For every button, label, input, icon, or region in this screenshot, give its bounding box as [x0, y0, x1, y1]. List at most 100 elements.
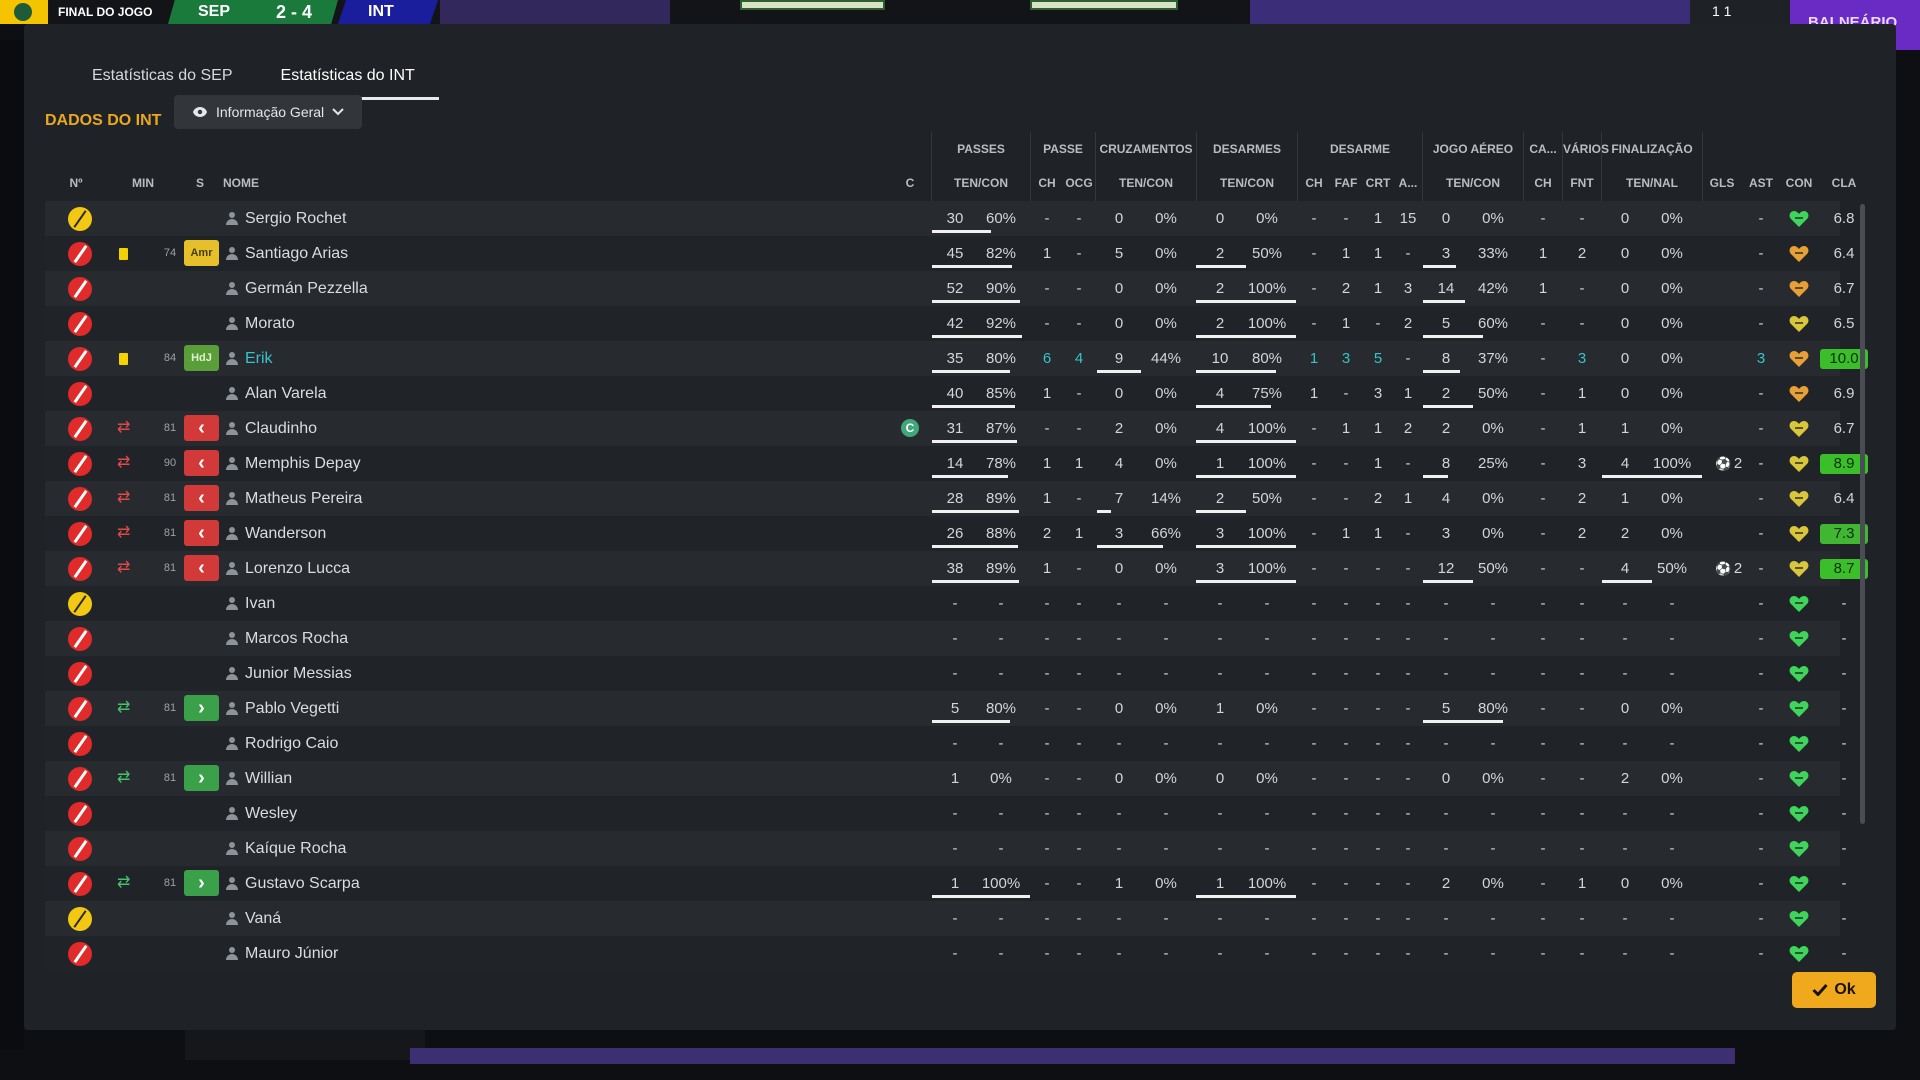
group-desarme: DESARME — [1329, 142, 1390, 156]
header-fnt[interactable]: FNT — [1563, 166, 1601, 200]
minutes-played: 81 — [163, 877, 177, 889]
header-condition[interactable]: CON — [1782, 166, 1816, 200]
match-topbar: FINAL DO JOGO SEP 2 - 4 INT 1 1 — [0, 0, 1920, 24]
shirt-icon — [68, 207, 92, 231]
table-row[interactable]: Mauro Júnior - - - - - - - - - - - - - - - - - - - - — [45, 936, 1847, 971]
player-rating: - — [1841, 910, 1847, 927]
header-ca-ch[interactable]: CH — [1524, 166, 1562, 200]
table-row[interactable]: Rodrigo Caio - - - - - - - - - - - - - - - - - - - - — [45, 726, 1847, 761]
table-row[interactable]: Vaná - - - - - - - - - - - - - - - - - - - - — [45, 901, 1847, 936]
minutes-played — [155, 306, 185, 341]
crosses-attempted: 0 — [1114, 315, 1124, 332]
player-name[interactable]: Claudinho — [245, 411, 545, 446]
header-shots-att-target[interactable]: TEN/NAL — [1602, 166, 1702, 200]
table-row[interactable]: Ivan - - - - - - - - - - - - - - - - - - - - — [45, 586, 1847, 621]
player-name[interactable]: Junior Messias — [245, 656, 545, 691]
player-name[interactable]: Vaná — [245, 901, 545, 936]
player-name[interactable]: Alan Varela — [245, 376, 545, 411]
header-crosses-att-comp[interactable]: TEN/CON — [1096, 166, 1196, 200]
player-name[interactable]: Sergio Rochet — [245, 201, 545, 236]
header-chances-created[interactable]: OCG — [1063, 166, 1095, 200]
table-row[interactable]: ⇄ 81 ‹ Wanderson 26 88% 2 1 3 66% 3 100% -1 1-3 0% -2 2 0… — [45, 516, 1868, 551]
player-name[interactable]: Morato — [245, 306, 545, 341]
header-passes-att-comp[interactable]: TEN/CON — [932, 166, 1030, 200]
player-name[interactable]: Memphis Depay — [245, 446, 545, 481]
player-name[interactable]: Pablo Vegetti — [245, 691, 545, 726]
player-name[interactable]: Ivan — [245, 586, 545, 621]
table-scrollbar[interactable] — [1860, 204, 1865, 824]
header-name[interactable]: NOME — [223, 166, 283, 200]
player-name[interactable]: Wanderson — [245, 516, 545, 551]
table-row[interactable]: Germán Pezzella 52 90% - -0 0% 2 100% -2 1 3 14 42% 1… — [45, 271, 1854, 306]
fnt: - — [1579, 770, 1585, 787]
tackles-attempted: - — [1217, 945, 1223, 962]
table-row[interactable]: ⇄ 81 ‹ Lorenzo Lucca 38 89% 1-0 0% 3 100% - - - -12 50… — [45, 551, 1868, 586]
table-row[interactable]: ⇄ 81 › Willian 1 0% - -0 0% 0 0% - - - -0 0% - -2 0% - - — [45, 761, 1847, 796]
header-rating[interactable]: CLA — [1820, 166, 1868, 200]
header-headers-att-comp[interactable]: TEN/CON — [1423, 166, 1523, 200]
minutes-played — [155, 376, 185, 411]
header-tackle-ch[interactable]: CH — [1300, 166, 1328, 200]
player-name[interactable]: Lorenzo Lucca — [245, 551, 545, 586]
table-row[interactable]: ⇄ 81 ‹ Matheus Pereira 28 89% 1-7 14% 2 50% - -2 1 4 0… — [45, 481, 1854, 516]
player-name[interactable]: Wesley — [245, 796, 545, 831]
player-name[interactable]: Erik — [245, 341, 545, 376]
header-minutes[interactable]: MIN — [123, 166, 163, 200]
player-name[interactable]: Marcos Rocha — [245, 621, 545, 656]
header-sub[interactable]: S — [185, 166, 215, 200]
header-interceptions[interactable]: CRT — [1362, 166, 1394, 200]
table-row[interactable]: 84 HdJ Erik 35 80% 6 4 9 44% 10 80% 1 3 5-8 37% -3 0 0% 3 1… — [45, 341, 1868, 376]
condition-heart-icon — [1789, 351, 1809, 367]
table-row[interactable]: 74 Amr Santiago Arias 45 82% 1-5 0% 2 50% -1 1-3 33… — [45, 236, 1854, 271]
fouls: - — [1343, 630, 1349, 647]
table-row[interactable]: ⇄ 90 ‹ Memphis Depay 14 78% 1 1 4 0% 1 100% - -1-8 25%… — [45, 446, 1868, 481]
table-row[interactable]: Alan Varela 40 85% 1-0 0% 4 75% 1-3 1 2 50% -1 0 0% -6… — [45, 376, 1854, 411]
player-name[interactable]: Willian — [245, 761, 545, 796]
minutes-played — [155, 586, 185, 621]
player-name[interactable]: Germán Pezzella — [245, 271, 545, 306]
shirt-icon — [68, 242, 92, 266]
player-name[interactable]: Matheus Pereira — [245, 481, 545, 516]
header-number[interactable]: Nº — [61, 166, 91, 200]
key-passes: 1 — [1042, 245, 1052, 262]
header-tackles-att-comp[interactable]: TEN/CON — [1197, 166, 1297, 200]
table-row[interactable]: Sergio Rochet 30 60% - -0 0% 0 0% - -1 15 0 0% - -0 0% -… — [45, 201, 1854, 236]
table-row[interactable]: Kaíque Rocha - - - - - - - - - - - - - - - - - - - - — [45, 831, 1847, 866]
table-row[interactable]: Marcos Rocha - - - - - - - - - - - - - - - - - - - - — [45, 621, 1847, 656]
table-row[interactable]: ⇄ 81 ‹ Claudinho C 31 87% - -2 0% 4 100% -1 1 2 2 0% -1 1 0… — [45, 411, 1854, 446]
tab-home-stats[interactable]: Estatísticas do SEP — [68, 56, 257, 100]
ca-ch: - — [1540, 315, 1546, 332]
tackle-a: - — [1405, 735, 1411, 752]
header-goals[interactable]: GLS — [1705, 166, 1739, 200]
sub-out-arrow-icon: ⇄ — [117, 454, 131, 471]
goals: 2 — [1733, 560, 1743, 577]
table-row[interactable]: ⇄ 81 › Pablo Vegetti 5 80% - -0 0% 1 0% - - - -5 80% - -0… — [45, 691, 1847, 726]
tackle-a: - — [1405, 455, 1411, 472]
key-passes: - — [1044, 910, 1050, 927]
shirt-icon — [68, 627, 92, 651]
player-name[interactable]: Rodrigo Caio — [245, 726, 545, 761]
headers-attempted: 0 — [1441, 770, 1451, 787]
table-row[interactable]: Wesley - - - - - - - - - - - - - - - - - - - - — [45, 796, 1847, 831]
view-dropdown[interactable]: Informação Geral — [174, 95, 363, 129]
header-captain[interactable]: C — [900, 166, 920, 200]
chances-created: - — [1076, 630, 1082, 647]
player-name[interactable]: Kaíque Rocha — [245, 831, 545, 866]
passes-attempted: - — [952, 735, 958, 752]
assists: - — [1758, 665, 1764, 682]
table-row[interactable]: Junior Messias - - - - - - - - - - - - - - - - - - - - — [45, 656, 1847, 691]
column-header-row: Nº MIN S NOME C TEN/CON CH OCG TEN/CON T… — [45, 166, 1856, 200]
player-name[interactable]: Mauro Júnior — [245, 936, 545, 971]
header-tackle-a[interactable]: A... — [1394, 166, 1422, 200]
header-assists[interactable]: AST — [1744, 166, 1778, 200]
ok-button[interactable]: Ok — [1792, 972, 1876, 1008]
header-fouls[interactable]: FAF — [1330, 166, 1362, 200]
table-row[interactable]: Morato 42 92% - -0 0% 2 100% -1-2 5 60% - -0 0% -6.5 — [45, 306, 1854, 341]
header-key-passes[interactable]: CH — [1033, 166, 1061, 200]
player-name[interactable]: Gustavo Scarpa — [245, 866, 545, 901]
table-row[interactable]: ⇄ 81 › Gustavo Scarpa 1 100% - -1 0% 1 100% - - - -2 0%… — [45, 866, 1847, 901]
shots-attempted: 0 — [1620, 245, 1630, 262]
player-name[interactable]: Santiago Arias — [245, 236, 545, 271]
tackle-a: - — [1405, 805, 1411, 822]
tab-away-stats[interactable]: Estatísticas do INT — [256, 56, 439, 100]
